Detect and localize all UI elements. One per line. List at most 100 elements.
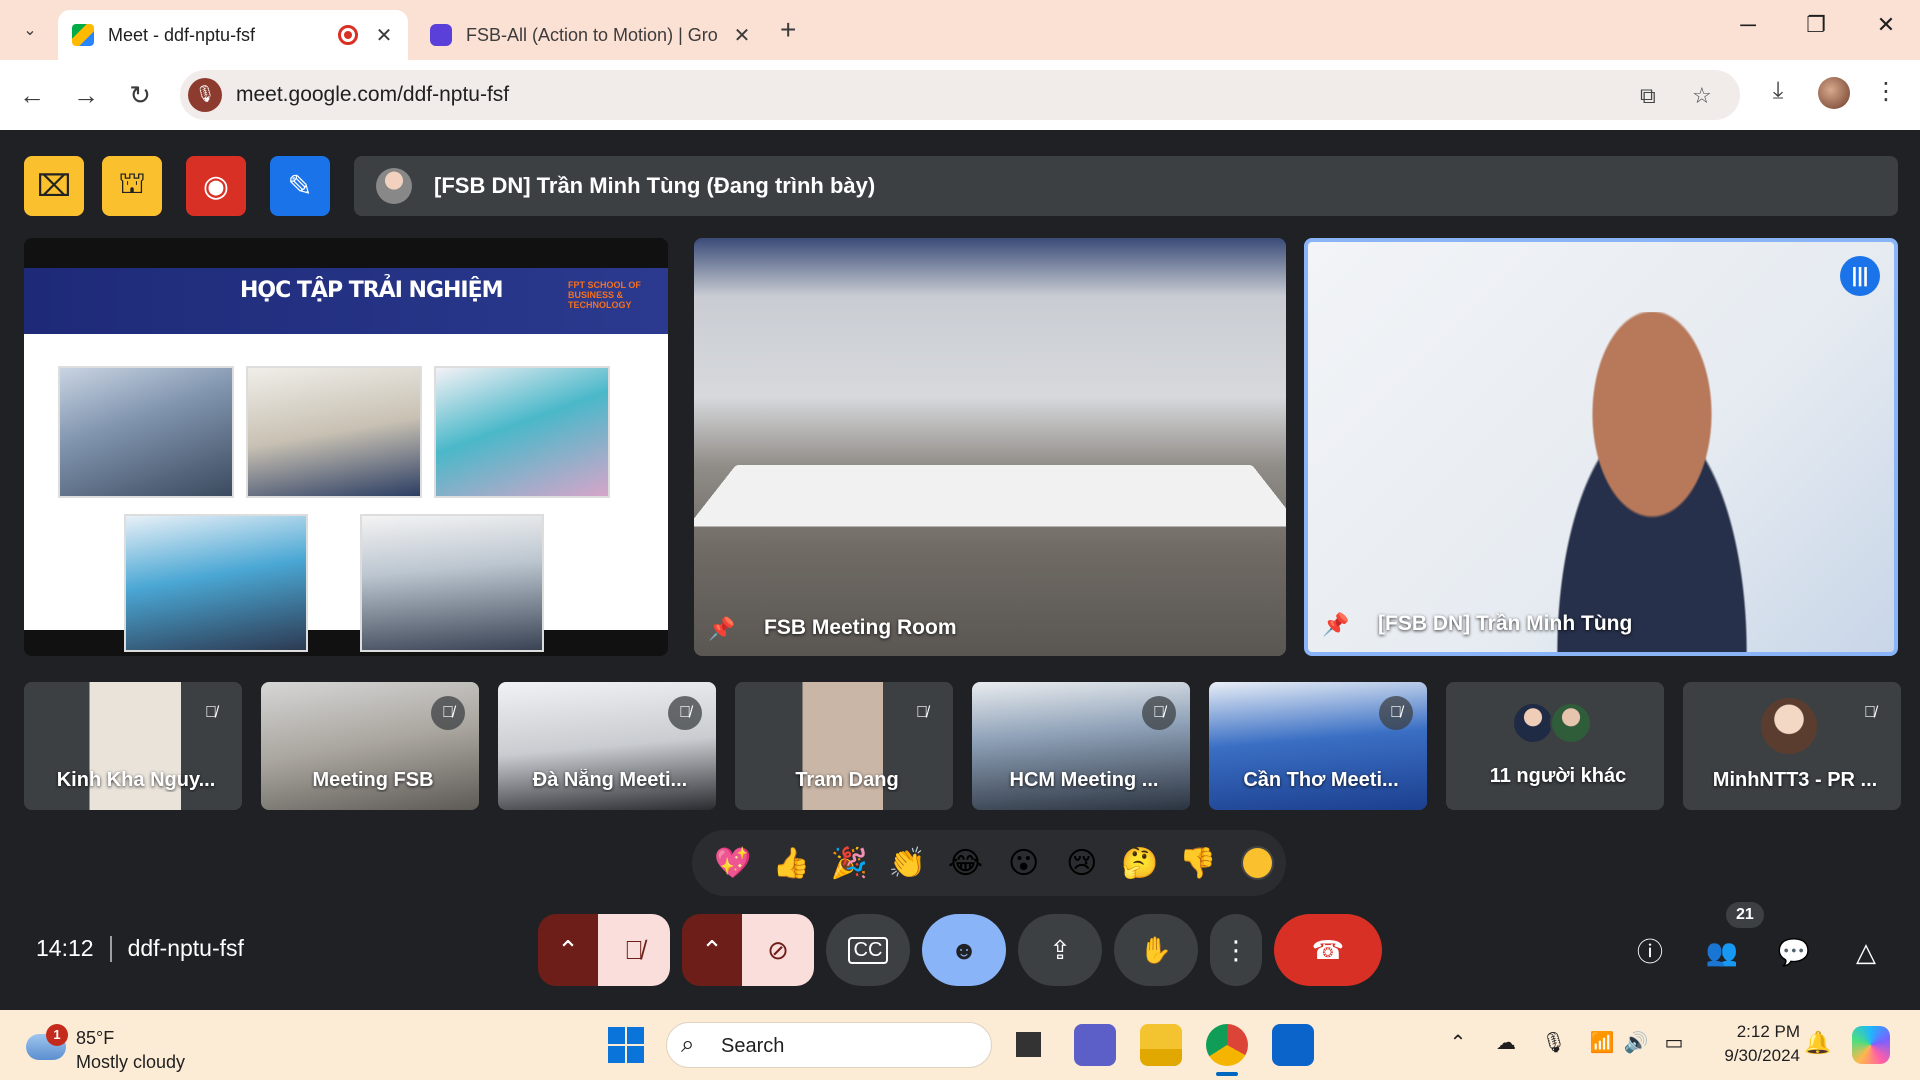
tab-meet[interactable]: Meet - ddf-nptu-fsf ✕ [58,10,408,60]
captions-button[interactable]: CC [826,914,910,986]
file-explorer-icon[interactable] [1140,1024,1182,1066]
windows-start-icon[interactable] [608,1027,644,1063]
laughing-reaction[interactable]: 😂 [936,846,994,881]
more-options-button[interactable]: ⋮ [1210,914,1262,986]
menu-dots-icon[interactable]: ⋮ [1868,77,1904,106]
teams-icon[interactable] [1074,1024,1116,1066]
notification-bell-icon[interactable]: 🔔 [1804,1030,1831,1056]
url-text: meet.google.com/ddf-nptu-fsf [236,83,510,106]
tab-search-button[interactable]: ⌄ [10,12,50,48]
forward-button[interactable]: → [68,77,104,113]
meeting-details-icon[interactable]: ⓘ [1628,930,1672,974]
slide: HỌC TẬP TRẢI NGHIỆM FPT SCHOOL OF BUSINE… [24,268,668,652]
present-button[interactable]: ⇪ [1018,914,1102,986]
participant-tile[interactable]: 🎙̸ HCM Meeting ... [972,682,1190,810]
skin-tone-selector[interactable] [1240,846,1275,880]
pin-icon[interactable]: 📌 [1322,612,1349,638]
close-window-button[interactable]: ✕ [1866,12,1906,38]
clapping-reaction[interactable]: 👏 [878,846,936,881]
others-tile[interactable]: 11 người khác [1446,682,1664,810]
thumbs-up-reaction[interactable]: 👍 [762,846,820,881]
chat-icon[interactable]: 💬 [1772,930,1816,974]
microphone-toggle-button[interactable]: 🎙̸ [598,914,670,986]
address-bar[interactable]: 🎙 meet.google.com/ddf-nptu-fsf ⧉ ☆ [180,70,1740,120]
video-tile-meeting-room[interactable]: 📌 FSB Meeting Room [694,238,1286,656]
video-tile-speaker[interactable]: ||| 📌 [FSB DN] Trần Minh Tùng [1304,238,1898,656]
microphone-in-use-icon[interactable]: 🎙 [188,78,222,112]
downloads-icon[interactable]: ⤓ [1760,77,1796,105]
companion-icon[interactable]: ⌧ [24,156,84,216]
surprised-reaction[interactable]: 😮 [995,846,1053,881]
participant-avatar [1512,702,1554,744]
meeting-time: 14:12 [36,935,94,961]
slide-title: HỌC TẬP TRẢI NGHIỆM [240,278,504,303]
raise-hand-button[interactable]: ✋ [1114,914,1198,986]
search-placeholder: Search [721,1035,785,1057]
pin-icon[interactable]: 📌 [708,616,735,642]
minimize-button[interactable]: ─ [1728,12,1768,38]
building-icon[interactable]: ⛫ [102,156,162,216]
browser-chrome: ⌄ Meet - ddf-nptu-fsf ✕ FSB-All (Action … [0,0,1920,130]
sad-reaction[interactable]: 😢 [1053,846,1111,881]
participant-tile[interactable]: 🎙̸ Tram Dang [735,682,953,810]
video-options-button[interactable]: ⌃ [682,914,742,986]
whiteboard-icon[interactable]: ✎ [270,156,330,216]
captions-icon: CC [847,936,889,964]
fpt-logo: FPT SCHOOL OF BUSINESS & TECHNOLOGY [568,280,641,310]
onedrive-icon[interactable]: ☁ [1490,1030,1522,1055]
new-tab-button[interactable]: + [780,14,796,46]
thumbs-down-reaction[interactable]: 👎 [1169,846,1227,881]
task-view-icon[interactable] [1008,1024,1050,1066]
close-tab-icon[interactable]: ✕ [732,23,752,48]
system-clock[interactable]: 2:12 PM 9/30/2024 [1700,1020,1800,1068]
restore-button[interactable]: ❐ [1796,12,1836,38]
copilot-icon[interactable] [1852,1026,1890,1064]
microphone-icon[interactable]: 🎙 [1538,1030,1570,1055]
battery-icon[interactable]: ▭ [1658,1030,1690,1055]
participant-avatar [1550,702,1592,744]
participant-name: Tram Dang [795,769,899,791]
chrome-icon[interactable] [1206,1024,1248,1076]
browser-toolbar: ← → ↻ 🎙 meet.google.com/ddf-nptu-fsf ⧉ ☆… [0,60,1920,130]
presenter-avatar [376,168,412,204]
wifi-icon[interactable]: 📶 [1586,1030,1618,1055]
show-hidden-icons[interactable]: ⌃ [1442,1030,1474,1055]
activities-icon[interactable]: △ [1844,930,1888,974]
thinking-reaction[interactable]: 🤔 [1111,846,1169,881]
participant-tile[interactable]: 🎙̸ Đà Nẵng Meeti... [498,682,716,810]
party-popper-reaction[interactable]: 🎉 [820,846,878,881]
sparkling-heart-reaction[interactable]: 💖 [704,846,762,881]
reactions-button[interactable]: ☻ [922,914,1006,986]
camera-toggle-button[interactable]: ⊘ [742,914,814,986]
participant-tile[interactable]: 🎙̸ MinhNTT3 - PR ... [1683,682,1901,810]
audio-options-button[interactable]: ⌃ [538,914,598,986]
back-button[interactable]: ← [14,77,50,113]
outlook-icon[interactable] [1272,1024,1314,1066]
chevron-down-icon: ⌄ [23,22,37,39]
participant-tile[interactable]: 🎙̸ Cần Thơ Meeti... [1209,682,1427,810]
slide-photo [360,514,544,652]
close-tab-icon[interactable]: ✕ [374,23,394,48]
presentation-tile[interactable]: HỌC TẬP TRẢI NGHIỆM FPT SCHOOL OF BUSINE… [24,238,668,656]
mic-off-icon: 🎙̸ [905,696,939,730]
recording-indicator-icon[interactable]: ◉ [186,156,246,216]
volume-icon[interactable]: 🔊 [1620,1030,1652,1055]
taskbar-search[interactable]: ⌕ Search [666,1022,992,1068]
bookmark-star-icon[interactable]: ☆ [1692,83,1712,109]
tab-fsb-all[interactable]: FSB-All (Action to Motion) | Gro ✕ [416,10,766,60]
participant-tile[interactable]: 🎙̸ Kinh Kha Nguy... [24,682,242,810]
reload-button[interactable]: ↻ [122,77,158,113]
people-icon[interactable]: 👥 [1700,930,1744,974]
participant-tile[interactable]: 🎙̸ Meeting FSB [261,682,479,810]
presenter-banner[interactable]: [FSB DN] Trần Minh Tùng (Đang trình bày) [354,156,1898,216]
mic-off-icon: 🎙̸ [431,696,465,730]
translate-icon[interactable]: ⧉ [1640,83,1656,109]
room-table [694,464,1286,527]
participant-name: [FSB DN] Trần Minh Tùng [1378,612,1633,635]
participant-name: MinhNTT3 - PR ... [1712,769,1878,791]
profile-avatar[interactable] [1818,77,1850,109]
leave-call-button[interactable]: ☎ [1274,914,1382,986]
reactions-bar: 💖 👍 🎉 👏 😂 😮 😢 🤔 👎 [692,830,1286,896]
slide-photo [58,366,234,498]
clock-time: 2:12 PM [1736,1022,1800,1041]
